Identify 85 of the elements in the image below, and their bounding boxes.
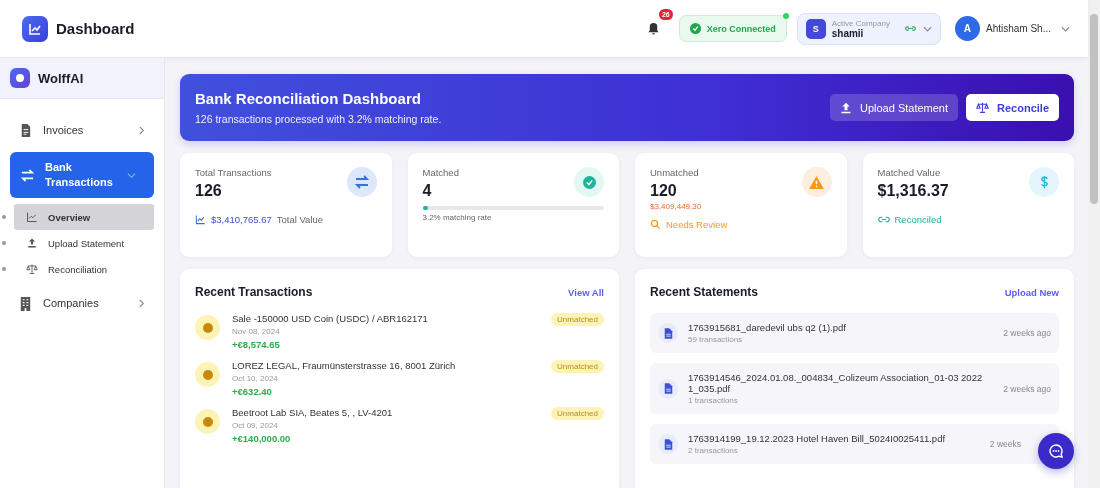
transaction-count: 59 transactions <box>688 335 744 344</box>
transfer-icon <box>346 167 377 197</box>
transaction-amount: +€140,000.00 <box>232 433 292 444</box>
transaction-date: Oct 10, 2024 <box>232 374 279 383</box>
panel-title: Recent Statements <box>650 285 759 299</box>
sub-nav-item[interactable]: Upload Statement <box>14 230 154 256</box>
stat-label: Unmatched <box>650 167 699 178</box>
scale-icon <box>26 263 38 275</box>
stat-note: Reconciled <box>894 214 942 225</box>
upload-new-link[interactable]: Upload New <box>1004 286 1059 298</box>
building-icon <box>18 296 33 311</box>
dollar-icon <box>1029 167 1059 197</box>
transaction-description: LOREZ LEGAL, Fraumünsterstrasse 16, 8001 Zürich <box>232 360 457 371</box>
statement-item[interactable]: 1763915681_daredevil ubs q2 (1).pdf 59 transactions 2 weeks ago <box>650 313 1059 353</box>
statement-filename: 1763915681_daredevil ubs q2 (1).pdf <box>688 322 847 333</box>
xero-status: Xero Connected <box>678 15 787 42</box>
upload-button[interactable]: Upload Statement <box>829 94 959 121</box>
stat-note: Total Value <box>276 214 324 225</box>
banner-subtitle: 126 transactions processed with 3.2% matching rate. <box>195 113 442 125</box>
brand-logo-icon <box>10 68 30 88</box>
warning-icon <box>801 167 832 197</box>
transaction-amount: +€632.40 <box>232 386 273 397</box>
upload-icon <box>839 101 852 114</box>
status-badge: Unmatched <box>551 360 604 373</box>
nav-item[interactable]: Bank Transactions <box>10 152 154 198</box>
sub-nav-item[interactable]: Reconciliation <box>14 256 154 282</box>
transfer-icon <box>20 167 35 183</box>
view-all-link[interactable]: View All <box>568 286 604 298</box>
transaction-amount: +€8,574.65 <box>232 339 281 350</box>
stat-value: 120 <box>650 182 678 200</box>
transaction-count: 2 transactions <box>688 446 739 455</box>
stat-label: Matched <box>422 167 459 178</box>
chevron-down-icon <box>922 25 932 32</box>
stat-amount: $3,410,765.67 <box>211 214 272 225</box>
link-icon <box>903 24 917 33</box>
chevron-down-icon <box>127 170 136 180</box>
transaction-date: Oct 09, 2024 <box>232 421 279 430</box>
chat-icon <box>1048 443 1064 459</box>
check-icon <box>689 23 701 34</box>
panel-title: Recent Transactions <box>195 285 313 299</box>
chevron-right-icon <box>137 126 146 135</box>
stat-label: Matched Value <box>877 167 942 178</box>
document-icon <box>658 434 678 454</box>
chart-logo-icon <box>22 15 48 42</box>
status-badge: Unmatched <box>551 407 604 420</box>
statement-time: 2 weeks <box>989 439 1021 449</box>
scale-icon <box>976 101 990 114</box>
stat-value: $1,316.37 <box>877 182 949 200</box>
trend-icon <box>195 214 206 225</box>
link-icon <box>877 215 890 224</box>
chevron-down-icon <box>1061 25 1070 32</box>
stat-value: 4 <box>422 182 433 200</box>
user-menu[interactable]: A Ahtisham Sh... <box>954 16 1070 41</box>
document-icon <box>658 323 678 343</box>
reconcile-button[interactable]: Reconcile <box>966 94 1059 121</box>
document-icon <box>658 378 678 399</box>
chevron-right-icon <box>137 299 146 308</box>
statement-item[interactable]: 1763914546_2024.01.08._004834_Colizeum Association_01-03 2022 1_035.pdf 1 transactions 2 weeks ago <box>650 363 1059 414</box>
stat-value: 126 <box>195 182 223 200</box>
statement-filename: 1763914546_2024.01.08._004834_Colizeum Association_01-03 2022 1_035.pdf <box>688 372 984 394</box>
scrollbar[interactable] <box>1088 0 1100 488</box>
statement-item[interactable]: 1763914199_19.12.2023 Hotel Haven Bill_5024I0025411.pdf 2 transactions 2 weeks <box>650 424 1059 464</box>
stat-label: Total Transactions <box>195 167 272 178</box>
company-switcher[interactable]: S Active Company shamii <box>796 12 941 45</box>
transaction-description: Sale -150000 USD Coin (USDC) / ABR162171 <box>232 313 429 324</box>
upload-icon <box>26 237 38 249</box>
status-badge: Unmatched <box>551 313 604 326</box>
statement-time: 2 weeks ago <box>1003 383 1051 394</box>
nav-item[interactable]: Invoices <box>10 115 154 146</box>
search-icon <box>650 219 661 230</box>
brand-name: WolffAI <box>38 70 84 86</box>
nav-item[interactable]: Companies <box>10 288 154 319</box>
transaction-date: Nov 08, 2024 <box>232 327 281 336</box>
statement-filename: 1763914199_19.12.2023 Hotel Haven Bill_5024I0025411.pdf <box>688 433 947 444</box>
page-title: Dashboard <box>56 20 135 37</box>
transaction-count: 1 transactions <box>688 396 739 405</box>
transaction-description: Beetroot Lab SIA, Beates 5, , LV-4201 <box>232 407 394 418</box>
check-icon <box>574 167 604 197</box>
stat-note: 3.2% matching rate <box>422 213 492 222</box>
statement-time: 2 weeks ago <box>1003 328 1051 338</box>
stat-amount: $3,409,449.30 <box>650 202 703 211</box>
banner-title: Bank Reconciliation Dashboard <box>195 90 422 107</box>
sub-nav-item[interactable]: Overview <box>14 204 154 230</box>
stat-note: Needs Review <box>666 219 728 230</box>
chart-icon <box>26 211 38 223</box>
